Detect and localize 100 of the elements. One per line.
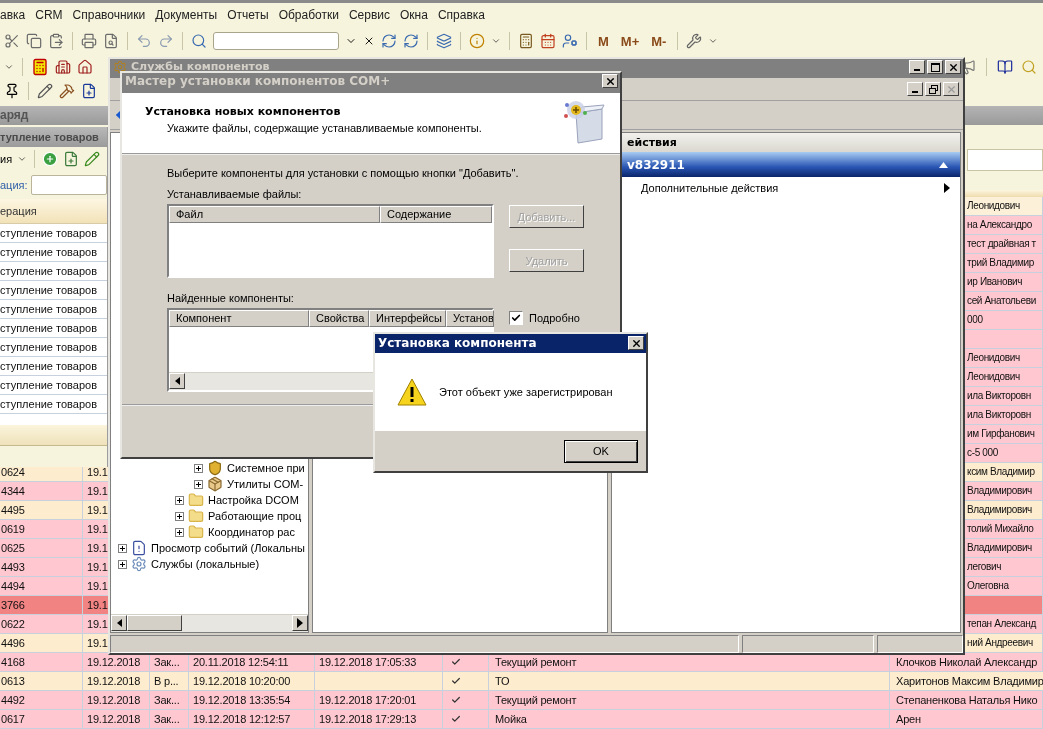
column-header[interactable]: Файл [169,206,380,223]
close-button[interactable] [945,60,961,74]
tree-item[interactable]: Настройка DCOM [208,494,299,506]
tree-item[interactable]: Работающие проц [208,510,302,522]
printer-icon[interactable] [81,33,97,50]
table-cell-text: 19.12.2018 17:20:01 [319,693,417,708]
table-cell-text: 19.1 [87,617,108,632]
ok-button[interactable]: OK [564,439,638,463]
menu-item[interactable]: авка [0,8,26,23]
menu-item[interactable]: Обработки [278,8,339,23]
filter-field[interactable] [967,148,1043,171]
calendar-icon[interactable] [540,33,556,50]
table-cell-text: толий Михайло [967,522,1034,536]
filter-label: ация: [0,179,28,191]
table-cell-text: 4492 [1,693,25,708]
close-button[interactable] [628,336,644,350]
action-item[interactable]: Дополнительные действия [641,182,944,194]
book-icon[interactable] [997,58,1013,75]
actions-menu[interactable]: ия [0,153,13,165]
table-cell-text: тест драйвная т [967,237,1036,251]
close-button[interactable] [943,82,959,96]
expand-icon[interactable] [175,527,184,537]
expand-icon[interactable] [175,495,184,505]
table-cell-text: 0625 [1,541,25,556]
table-cell-text: 0622 [1,617,25,632]
table-cell: ступление товаров [0,360,97,372]
calculator-icon[interactable] [518,33,534,50]
caret-icon[interactable] [17,154,28,164]
tree-item[interactable]: Службы (локальные) [151,558,260,570]
column-header[interactable]: Установ [446,310,494,327]
scroll-right-icon[interactable] [297,618,303,628]
info-icon[interactable] [469,33,485,50]
table-cell-text: Владимирович [967,503,1032,517]
table-cell-text: Владимирович [967,541,1032,555]
list-box[interactable]: Файл Содержание [167,204,494,278]
document-add-icon[interactable] [81,82,97,99]
search-field[interactable] [213,32,339,51]
table-cell-text: ила Викторовн [967,389,1031,403]
folder-icon [188,508,204,524]
tree-item[interactable]: Просмотр событий (Локальны [151,542,305,554]
memory-button[interactable]: M [595,33,612,49]
tree-item[interactable]: Системное при [227,462,305,474]
house-icon[interactable] [77,58,93,75]
heading: Установка новых компонентов [145,105,342,118]
restore-button[interactable] [925,82,941,96]
menu-item[interactable]: CRM [35,8,63,23]
instruction-text: Выберите компоненты для установки с помощью кнопки "Добавить". [167,167,520,179]
maximize-button[interactable] [927,60,943,74]
table-cell-text: Текущий ремонт [495,693,577,708]
filter-field[interactable] [30,175,107,195]
search-icon[interactable] [191,33,207,50]
tree-item[interactable]: Утилиты COM- [227,478,304,490]
minimize-button[interactable] [907,82,923,96]
menu-item[interactable]: Окна [400,8,428,23]
tree-item[interactable]: Координатор рас [208,526,295,538]
copy-icon[interactable] [26,33,42,50]
print-preview-icon[interactable] [103,33,119,50]
table-cell-text: 19.12.2018 [87,712,141,727]
minimize-button[interactable] [909,60,925,74]
menu-item[interactable]: Отчеты [227,8,269,23]
add-icon[interactable] [42,151,59,167]
table-cell-text: тепан Александ [967,617,1036,631]
column-header[interactable]: Содержание [380,206,492,223]
column-header[interactable]: Свойства [309,310,369,327]
submenu-icon[interactable] [944,183,950,193]
menu-item[interactable]: Справка [437,8,485,23]
memory-button[interactable]: M+ [617,33,643,49]
column-header[interactable]: Интерфейсы [369,310,446,327]
expand-icon[interactable] [118,559,127,569]
close-icon [630,337,642,349]
hammer-icon[interactable] [59,82,75,99]
building-icon[interactable] [55,58,71,75]
menu-item[interactable]: Документы [155,8,218,23]
close-button[interactable] [602,74,618,88]
users-icon[interactable] [562,33,578,50]
menu-item[interactable]: Сервис [348,8,390,23]
column-header[interactable]: ерация [0,205,37,217]
expand-icon[interactable] [175,511,184,521]
edit-icon[interactable] [84,151,101,167]
table-cell-text: Арен [896,712,921,727]
memory-button[interactable]: M- [648,33,670,49]
table-cell: ступление товаров [0,398,97,410]
scissors-icon[interactable] [4,33,20,50]
column-header[interactable]: Компонент [169,310,309,327]
table-cell-text: Степаненкова Наталья Нико [896,693,1038,708]
table-cell-text: им Гирфанович [967,427,1035,441]
paste-icon[interactable] [48,33,64,50]
table-cell-text: Леонидович [967,351,1020,365]
checkbox[interactable] [509,311,523,325]
table-cell: ступление товаров [0,284,97,296]
expand-icon[interactable] [118,543,127,553]
menu-item[interactable]: Справочники [72,8,146,23]
scrollbar[interactable] [111,614,308,632]
wrench-icon[interactable] [686,33,703,50]
subheading: Укажите файлы, содержащие устанавливаемые компоненты. [166,122,483,134]
collapse-icon[interactable] [939,161,948,168]
close-icon [945,83,957,95]
pin-icon[interactable] [4,82,20,99]
expand-icon[interactable] [194,463,203,473]
expand-icon[interactable] [194,479,203,489]
